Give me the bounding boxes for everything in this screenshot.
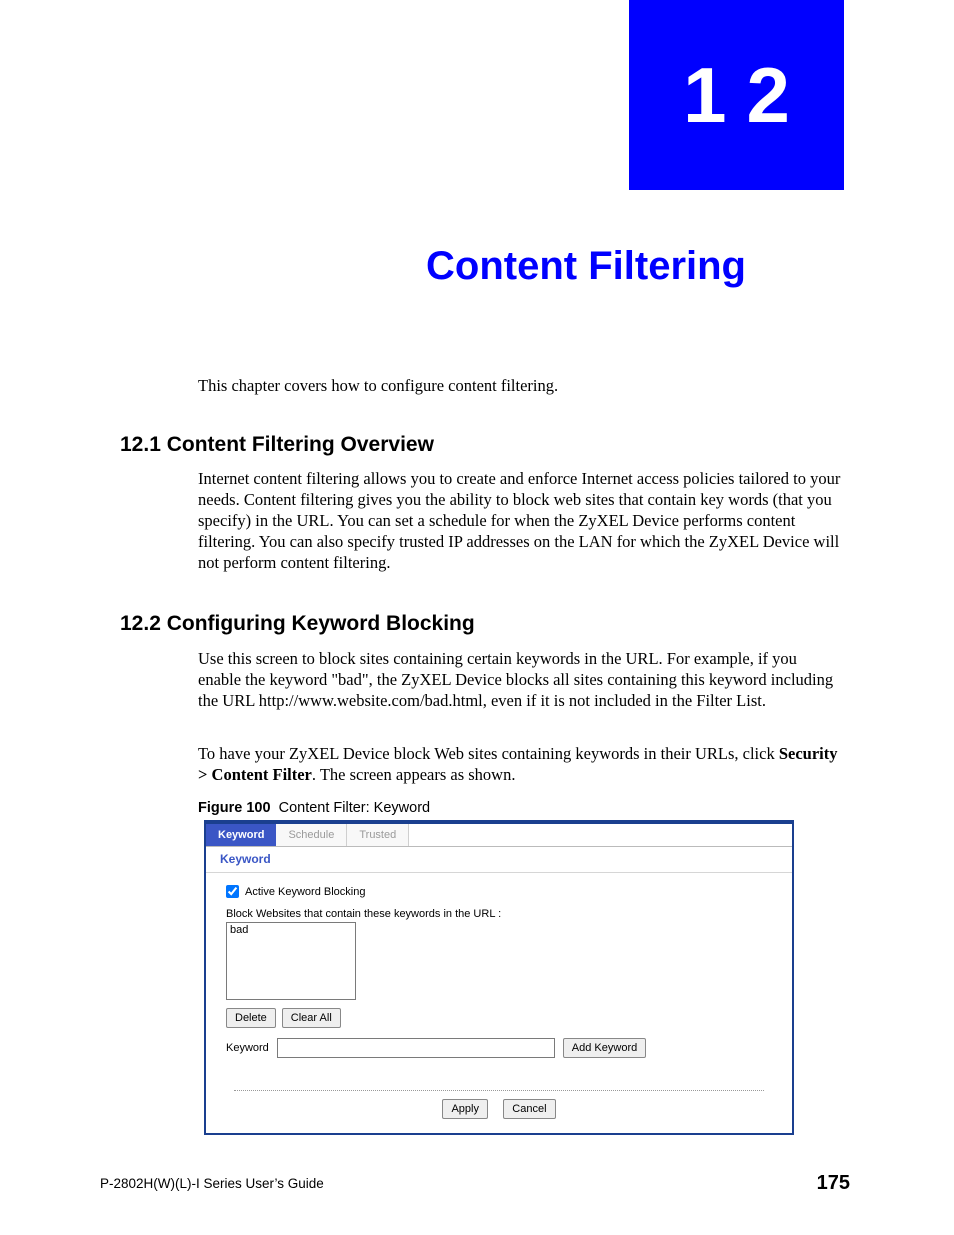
clear-all-button[interactable]: Clear All	[282, 1008, 341, 1028]
section-body-12-2b: To have your ZyXEL Device block Web site…	[198, 743, 843, 785]
section-heading-12-2: 12.2 Configuring Keyword Blocking	[120, 612, 475, 636]
tab-keyword[interactable]: Keyword	[206, 824, 276, 846]
tab-schedule[interactable]: Schedule	[276, 824, 347, 846]
cancel-button[interactable]: Cancel	[503, 1099, 555, 1119]
figure-caption: Figure 100 Content Filter: Keyword	[198, 800, 430, 816]
keyword-input-row: Keyword Add Keyword	[226, 1038, 772, 1058]
chapter-number: 12	[663, 50, 810, 141]
action-row: Apply Cancel	[206, 1091, 792, 1133]
section-body-12-2a: Use this screen to block sites containin…	[198, 648, 843, 711]
text-prefix: To have your ZyXEL Device block Web site…	[198, 744, 779, 763]
delete-button[interactable]: Delete	[226, 1008, 276, 1028]
section-body-12-1: Internet content filtering allows you to…	[198, 468, 843, 574]
footer-guide-name: P-2802H(W)(L)-I Series User’s Guide	[100, 1176, 324, 1191]
figure-label: Figure 100	[198, 800, 271, 816]
tab-trusted[interactable]: Trusted	[347, 824, 409, 846]
active-keyword-label: Active Keyword Blocking	[245, 886, 365, 898]
active-keyword-checkbox[interactable]	[226, 885, 239, 898]
screenshot-content-filter: Keyword Schedule Trusted Keyword Active …	[204, 820, 794, 1135]
keyword-input[interactable]	[277, 1038, 555, 1058]
block-description: Block Websites that contain these keywor…	[226, 908, 772, 920]
list-item[interactable]: bad	[230, 924, 352, 936]
section-heading-12-1: 12.1 Content Filtering Overview	[120, 433, 434, 457]
keyword-listbox[interactable]: bad	[226, 922, 356, 1000]
panel-title: Keyword	[206, 847, 792, 873]
keyword-input-label: Keyword	[226, 1042, 269, 1054]
panel-body: Active Keyword Blocking Block Websites t…	[206, 873, 792, 1070]
footer-page-number: 175	[817, 1172, 850, 1195]
apply-button[interactable]: Apply	[442, 1099, 488, 1119]
add-keyword-button[interactable]: Add Keyword	[563, 1038, 646, 1058]
active-keyword-row: Active Keyword Blocking	[226, 885, 772, 898]
figure-caption-text: Content Filter: Keyword	[279, 800, 431, 816]
chapter-intro: This chapter covers how to configure con…	[198, 375, 838, 396]
chapter-number-block: 12	[629, 0, 844, 190]
chapter-title: Content Filtering	[0, 244, 850, 289]
tab-bar: Keyword Schedule Trusted	[206, 824, 792, 847]
text-suffix: . The screen appears as shown.	[312, 765, 516, 784]
